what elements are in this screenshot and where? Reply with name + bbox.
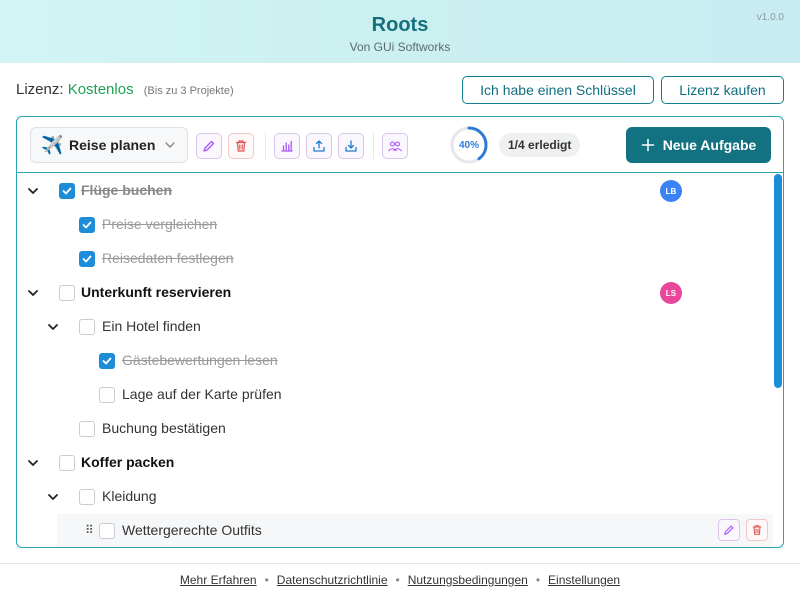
new-task-label: Neue Aufgabe xyxy=(662,137,757,153)
trash-icon xyxy=(235,140,247,152)
users-icon xyxy=(388,141,402,152)
task-row[interactable]: Kleidung xyxy=(17,480,773,514)
task-row[interactable]: Flüge buchen LB xyxy=(17,174,773,208)
task-checkbox[interactable] xyxy=(79,251,95,267)
project-selector[interactable]: ✈️ Reise planen xyxy=(30,127,188,163)
footer-link[interactable]: Datenschutzrichtlinie xyxy=(277,573,388,587)
task-checkbox[interactable] xyxy=(79,489,95,505)
task-checkbox[interactable] xyxy=(59,285,75,301)
upload-icon xyxy=(313,140,325,152)
drag-handle-icon[interactable]: ⠿ xyxy=(85,523,95,537)
task-list: Flüge buchen LB Preise vergleichen Reisedat… xyxy=(17,174,783,547)
delete-project-button[interactable] xyxy=(228,133,254,159)
checkmark-icon xyxy=(62,187,72,195)
toolbar-divider xyxy=(265,133,266,159)
app-subtitle: Von GUi Softworks xyxy=(349,40,451,54)
checkmark-icon xyxy=(82,255,92,263)
statistics-button[interactable] xyxy=(274,133,300,159)
task-label: Ein Hotel finden xyxy=(102,318,201,334)
assignee-avatar[interactable]: LS xyxy=(660,282,682,304)
chevron-down-icon[interactable] xyxy=(27,287,39,299)
chevron-down-icon[interactable] xyxy=(47,491,59,503)
task-label: Kleidung xyxy=(102,488,157,504)
project-panel: ✈️ Reise planen 40% 1/4 erledigt Neue Au… xyxy=(16,116,784,548)
footer-link[interactable]: Nutzungsbedingungen xyxy=(408,573,528,587)
project-toolbar: ✈️ Reise planen 40% 1/4 erledigt Neue Au… xyxy=(17,117,783,173)
task-checkbox[interactable] xyxy=(79,319,95,335)
footer-separator: • xyxy=(535,573,541,587)
checkmark-icon xyxy=(102,357,112,365)
license-info: Lizenz: Kostenlos (Bis zu 3 Projekte) xyxy=(16,81,234,98)
import-button[interactable] xyxy=(338,133,364,159)
scrollbar-thumb[interactable] xyxy=(774,174,782,388)
edit-project-button[interactable] xyxy=(196,133,222,159)
task-label: Lage auf der Karte prüfen xyxy=(122,386,282,402)
completed-count-badge: 1/4 erledigt xyxy=(499,133,581,157)
checkmark-icon xyxy=(82,221,92,229)
chevron-down-icon[interactable] xyxy=(47,321,59,333)
team-button[interactable] xyxy=(382,133,408,159)
footer-divider xyxy=(0,563,800,564)
task-row[interactable]: Gästebewertungen lesen xyxy=(17,344,773,378)
task-checkbox[interactable] xyxy=(79,217,95,233)
chevron-down-icon[interactable] xyxy=(27,185,39,197)
task-label: Wettergerechte Outfits xyxy=(122,522,262,538)
task-label: Gästebewertungen lesen xyxy=(122,352,278,368)
progress-percent: 40% xyxy=(458,139,479,151)
buy-license-button[interactable]: Lizenz kaufen xyxy=(661,76,784,104)
license-label: Lizenz: xyxy=(16,81,64,98)
task-checkbox[interactable] xyxy=(99,353,115,369)
new-task-button[interactable]: Neue Aufgabe xyxy=(626,127,771,163)
license-value: Kostenlos xyxy=(67,81,134,98)
chevron-down-icon[interactable] xyxy=(27,457,39,469)
task-label: Reisedaten festlegen xyxy=(102,250,234,266)
delete-task-button[interactable] xyxy=(746,519,768,541)
task-row[interactable]: Preise vergleichen xyxy=(17,208,773,242)
task-row[interactable]: ⠿ Wettergerechte Outfits xyxy=(57,514,773,547)
task-row[interactable]: Lage auf der Karte prüfen xyxy=(17,378,773,412)
task-label: Buchung bestätigen xyxy=(102,420,226,436)
task-row[interactable]: Reisedaten festlegen xyxy=(17,242,773,276)
airplane-icon: ✈️ xyxy=(41,134,64,155)
task-checkbox[interactable] xyxy=(99,387,115,403)
task-label: Preise vergleichen xyxy=(102,216,218,232)
pencil-icon xyxy=(203,140,215,152)
download-icon xyxy=(345,140,357,152)
task-label: Koffer packen xyxy=(81,454,175,470)
task-label: Unterkunft reservieren xyxy=(81,284,232,300)
footer-separator: • xyxy=(395,573,400,587)
plus-icon xyxy=(641,138,654,152)
task-checkbox[interactable] xyxy=(99,523,115,539)
task-checkbox[interactable] xyxy=(59,183,75,199)
license-hint: (Bis zu 3 Projekte) xyxy=(143,85,234,97)
project-name: Reise planen xyxy=(69,137,156,153)
footer-link[interactable]: Einstellungen xyxy=(548,573,620,587)
trash-icon xyxy=(752,525,762,535)
task-row[interactable]: Buchung bestätigen xyxy=(17,412,773,446)
have-key-button[interactable]: Ich habe einen Schlüssel xyxy=(462,76,654,104)
toolbar-divider xyxy=(373,133,374,159)
app-header: Roots Von GUi Softworks v1.0.0 xyxy=(0,0,800,63)
task-row[interactable]: Unterkunft reservieren LS xyxy=(17,276,773,310)
bar-chart-icon xyxy=(281,140,293,152)
app-version: v1.0.0 xyxy=(756,12,784,23)
assignee-avatar[interactable]: LB xyxy=(660,180,682,202)
chevron-down-icon xyxy=(165,142,175,148)
task-checkbox[interactable] xyxy=(59,455,75,471)
edit-task-button[interactable] xyxy=(718,519,740,541)
footer-separator: • xyxy=(264,573,269,587)
app-title: Roots xyxy=(371,14,429,36)
task-checkbox[interactable] xyxy=(79,421,95,437)
task-label: Flüge buchen xyxy=(81,182,172,198)
task-row[interactable]: Ein Hotel finden xyxy=(17,310,773,344)
footer-link[interactable]: Mehr Erfahren xyxy=(180,573,257,587)
footer-links: Mehr Erfahren • Datenschutzrichtlinie • Nutz… xyxy=(0,573,800,587)
export-button[interactable] xyxy=(306,133,332,159)
task-row[interactable]: Koffer packen xyxy=(17,446,773,480)
pencil-icon xyxy=(724,525,734,535)
